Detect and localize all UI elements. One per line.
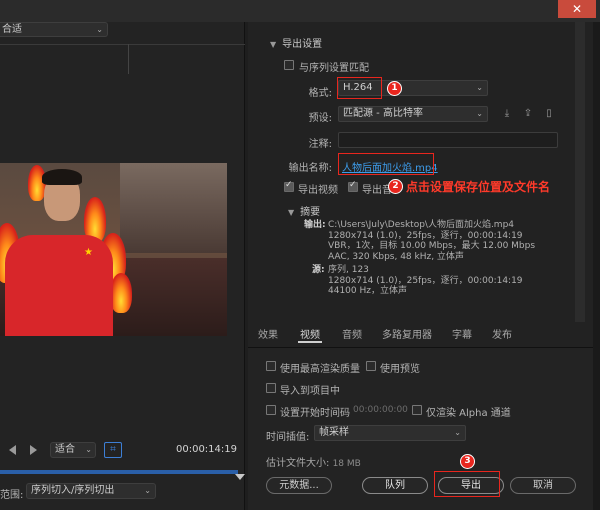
flame-effect [110, 273, 132, 313]
settings-scrollbar[interactable] [575, 22, 585, 322]
chevron-down-icon: ⌄ [96, 25, 103, 34]
summary-title: 摘要 [300, 207, 321, 218]
video-preview-frame: ★ [0, 163, 227, 336]
divider [0, 44, 245, 45]
format-label: 格式: [308, 88, 332, 99]
annotation-callout-2: 点击设置保存位置及文件名 [406, 180, 551, 194]
fit-select-bottom[interactable]: 适合 ⌄ [50, 442, 96, 458]
range-select-value: 序列切入/序列切出 [31, 485, 115, 496]
chevron-down-icon: ⌄ [144, 486, 151, 495]
annotation-box-export [434, 471, 500, 497]
time-interpolation-select[interactable]: 帧采样 ⌄ [314, 425, 466, 441]
person-hair [42, 169, 82, 185]
estimated-size-value: 18 MB [332, 459, 361, 469]
chevron-down-icon: ⌄ [476, 83, 483, 92]
divider [128, 44, 129, 74]
tab-effects[interactable]: 效果 [258, 326, 278, 341]
preset-select-value: 匹配源 - 高比特率 [343, 108, 423, 119]
estimated-size-label: 估计文件大小: 18 MB [266, 458, 361, 469]
summary-source-details: 序列, 123 1280x714 (1.0)，25fps，逐行，00:00:14… [328, 265, 523, 296]
tab-multiplexer[interactable]: 多路复用器 [382, 326, 432, 341]
match-sequence-checkbox[interactable] [284, 60, 294, 70]
summary-output-label: 输出: [304, 220, 326, 230]
active-tab-indicator [298, 341, 322, 343]
window-scrollbar[interactable] [593, 22, 600, 510]
range-label: 范围: [0, 490, 24, 501]
summary-output-details: C:\Users\July\Desktop\人物后面加火焰.mp4 1280x7… [328, 220, 536, 262]
use-preview-label: 使用预览 [380, 364, 420, 375]
match-sequence-label: 与序列设置匹配 [299, 63, 369, 74]
settings-tabs: 效果 视频 音频 多路复用器 字幕 发布 [248, 322, 593, 344]
time-interpolation-value: 帧采样 [319, 427, 349, 438]
export-audio-checkbox[interactable] [348, 180, 358, 192]
timecode: 00:00:14:19 [175, 444, 237, 455]
save-preset-icon[interactable]: ⤓ [500, 107, 514, 121]
tab-video[interactable]: 视频 [300, 326, 320, 341]
set-start-timecode-checkbox[interactable] [266, 405, 276, 415]
chevron-down-icon: ⌄ [85, 445, 92, 454]
output-name-label: 输出名称: [288, 163, 332, 174]
annotation-marker-2: 2 [388, 179, 403, 194]
summary-source-label: 源: [312, 265, 325, 275]
annotation-marker-1: 1 [387, 81, 402, 96]
import-preset-icon[interactable]: ⇪ [521, 107, 535, 121]
star-icon: ★ [84, 247, 93, 258]
export-video-label: 导出视频 [298, 185, 338, 196]
time-interpolation-label: 时间插值: [266, 432, 310, 443]
comment-label: 注释: [308, 139, 332, 150]
use-preview-checkbox[interactable] [366, 361, 376, 371]
export-options-panel: 使用最高渲染质量 使用预览 导入到项目中 设置开始时间码 00:00:00:00… [248, 350, 593, 510]
annotation-box-output-name [338, 153, 434, 175]
max-render-quality-label: 使用最高渲染质量 [280, 364, 360, 375]
collapse-triangle-icon: ▼ [288, 208, 295, 217]
max-render-quality-checkbox[interactable] [266, 361, 276, 371]
crop-icon[interactable]: ⌗ [104, 442, 122, 458]
summary-header[interactable]: ▼ 摘要 [288, 203, 320, 218]
section-title: 导出设置 [282, 39, 323, 50]
start-timecode-value: 00:00:00:00 [353, 405, 408, 415]
preset-label: 预设: [308, 113, 332, 124]
chevron-down-icon: ⌄ [454, 428, 461, 437]
render-alpha-only-label: 仅渲染 Alpha 通道 [426, 408, 511, 419]
tab-audio[interactable]: 音频 [342, 326, 362, 341]
step-back-icon[interactable] [9, 445, 16, 455]
export-settings-header[interactable]: ▼ 导出设置 [270, 35, 322, 50]
timeline-scrubber[interactable] [0, 470, 238, 474]
render-alpha-only-checkbox[interactable] [412, 405, 422, 415]
set-start-timecode-label: 设置开始时间码 [280, 408, 350, 419]
window-titlebar: ✕ [0, 0, 600, 22]
delete-preset-icon[interactable]: ▯ [542, 107, 556, 121]
playhead-icon[interactable] [235, 474, 245, 480]
preset-select[interactable]: 匹配源 - 高比特率 ⌄ [338, 106, 488, 122]
window-close-button[interactable]: ✕ [558, 0, 596, 18]
tab-publish[interactable]: 发布 [492, 326, 512, 341]
fit-select-top[interactable]: 合适 ⌄ [0, 22, 108, 37]
step-forward-icon[interactable] [30, 445, 37, 455]
collapse-triangle-icon: ▼ [270, 40, 277, 49]
queue-button[interactable]: 队列 [362, 477, 428, 494]
import-to-project-label: 导入到项目中 [280, 386, 340, 397]
import-to-project-checkbox[interactable] [266, 383, 276, 393]
export-video-checkbox[interactable] [284, 180, 294, 192]
fit-select-top-value: 合适 [2, 24, 22, 35]
comment-input[interactable] [338, 132, 558, 148]
metadata-button[interactable]: 元数据... [266, 477, 332, 494]
range-select[interactable]: 序列切入/序列切出 ⌄ [26, 483, 156, 499]
person-shirt [5, 235, 113, 336]
export-settings-panel: ▼ 导出设置 与序列设置匹配 格式: H.264 ⌄ 1 预设: 匹配源 - 高比… [248, 22, 593, 348]
fit-select-bottom-value: 适合 [55, 444, 75, 455]
tab-captions[interactable]: 字幕 [452, 326, 472, 341]
annotation-marker-3: 3 [460, 454, 475, 469]
playback-controls: 适合 ⌄ ⌗ 00:00:14:19 [0, 436, 245, 462]
cancel-button[interactable]: 取消 [510, 477, 576, 494]
annotation-box-format [337, 77, 382, 99]
chevron-down-icon: ⌄ [476, 109, 483, 118]
export-settings-pane: ▼ 导出设置 与序列设置匹配 格式: H.264 ⌄ 1 预设: 匹配源 - 高比… [248, 22, 593, 510]
